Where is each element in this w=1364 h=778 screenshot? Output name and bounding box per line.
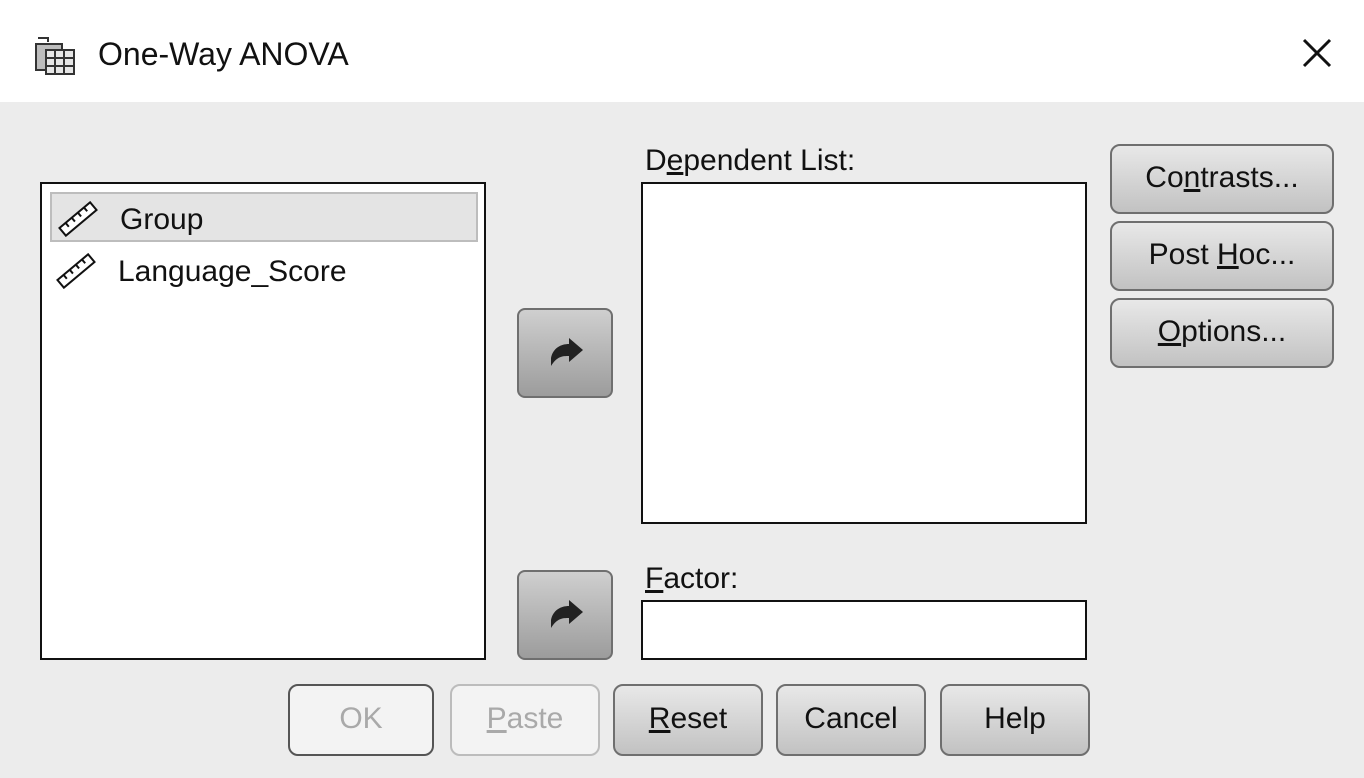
label-part: oc... [1238,238,1296,271]
button-label: OK [339,702,383,735]
cancel-button[interactable]: Cancel [776,684,926,756]
help-button[interactable]: Help [940,684,1090,756]
reset-button[interactable]: Reset [613,684,763,756]
label-part: actor: [663,562,739,595]
label-mnemonic: O [1157,315,1182,348]
label-mnemonic: e [666,144,684,177]
ok-button[interactable]: OK [288,684,434,756]
scale-ruler-icon [56,253,96,289]
label-mnemonic: H [1217,238,1239,271]
button-label: Cancel [804,702,898,735]
close-icon[interactable] [1294,30,1340,76]
label-mnemonic: R [648,702,671,735]
label-mnemonic: P [486,702,507,735]
source-variable-list[interactable]: Group Language_Score [40,182,486,660]
post-hoc-button[interactable]: Post Hoc... [1110,221,1334,291]
title-bar: One-Way ANOVA [0,0,1364,102]
paste-button[interactable]: Paste [450,684,600,756]
scale-ruler-icon [58,201,98,237]
button-label: Help [984,702,1046,735]
arrow-right-icon [551,600,583,628]
dependent-list-box[interactable] [641,182,1087,524]
factor-field[interactable] [641,600,1087,660]
move-to-factor-button[interactable] [517,570,613,660]
contrasts-button[interactable]: Contrasts... [1110,144,1334,214]
options-button[interactable]: Options... [1110,298,1334,368]
label-part: Co [1145,161,1184,194]
label-mnemonic: n [1183,161,1201,194]
label-part: trasts... [1200,161,1299,194]
label-part: ptions... [1181,315,1287,348]
factor-label: Factor: [645,562,738,596]
window-title: One-Way ANOVA [98,36,349,72]
label-part: D [645,144,667,177]
variable-label: Language_Score [118,255,347,288]
anova-table-icon [35,37,75,75]
label-part: pendent List: [683,144,856,177]
label-part: aste [506,702,564,735]
move-to-dependent-button[interactable] [517,308,613,398]
arrow-right-icon [551,338,583,366]
variable-label: Group [120,203,204,236]
variable-item-group[interactable]: Group [50,192,478,242]
dependent-list-label: Dependent List: [645,144,855,178]
label-part: eset [670,702,728,735]
label-part: Post [1148,238,1217,271]
label-mnemonic: F [645,562,664,595]
variable-item-language-score[interactable]: Language_Score [50,246,478,296]
